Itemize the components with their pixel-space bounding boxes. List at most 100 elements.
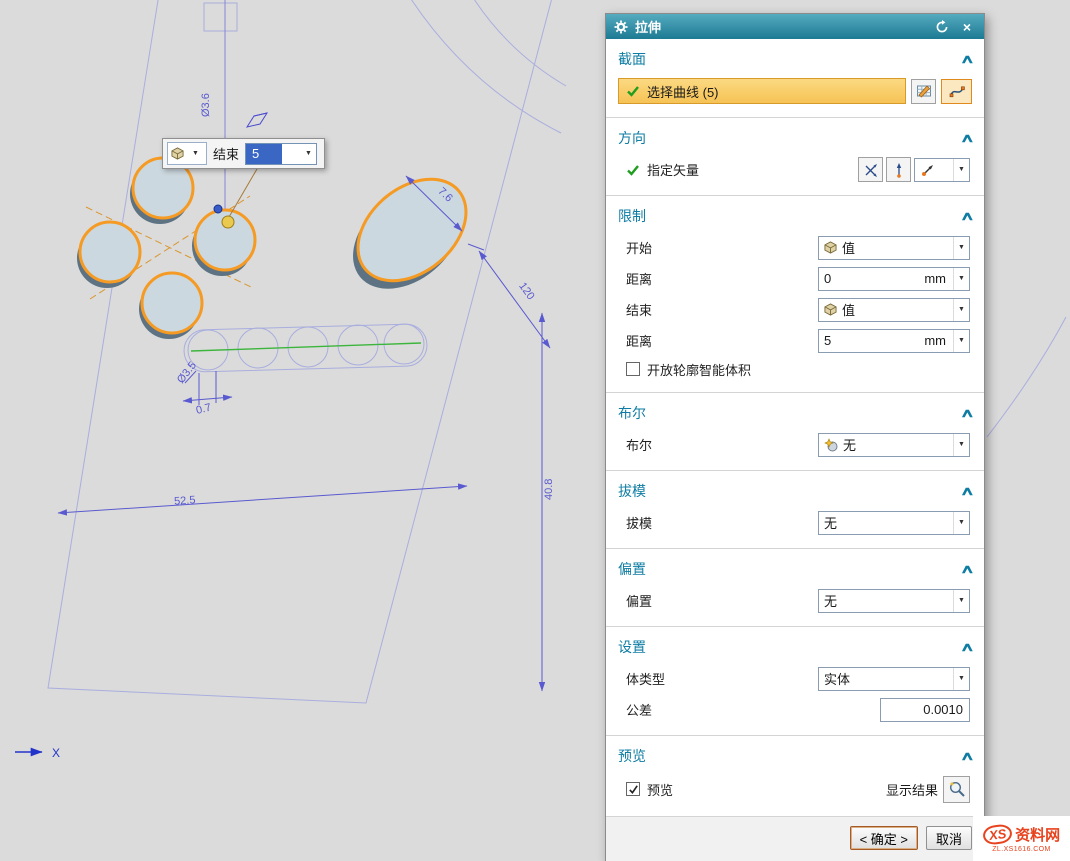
nx-application-window: Ø3.6 7.6 120 52.5 40.8 0.7 Ø3.5 X ▼ 结束 5… [0, 0, 1070, 861]
watermark-logo: XS [982, 823, 1014, 846]
cube-icon [824, 241, 837, 254]
collapse-chevron-icon[interactable]: ∧ [960, 52, 975, 66]
sketch-boundary[interactable] [48, 0, 566, 703]
section-header[interactable]: 截面 ∧ [606, 41, 984, 75]
dim-diameter-top[interactable]: Ø3.6 [200, 93, 212, 117]
dropdown-arrow-icon: ▼ [953, 434, 969, 456]
drag-handle-ball[interactable] [222, 216, 234, 228]
slot-profile[interactable] [183, 324, 427, 373]
dim-height-40-8[interactable]: 40.8 [543, 479, 555, 500]
distance-value-input[interactable]: 5 ▼ [245, 143, 317, 165]
group-preview: 预览 ∧ 预览 显示结果 [606, 736, 984, 817]
collapse-chevron-icon[interactable]: ∧ [960, 209, 975, 223]
tolerance-input[interactable]: 0.0010 [880, 698, 970, 722]
dropdown-arrow-icon: ▼ [953, 237, 969, 259]
group-settings: 设置 ∧ 体类型 实体 ▼ 公差 0.0010 [606, 627, 984, 736]
offset-header[interactable]: 偏置 ∧ [606, 551, 984, 585]
dropdown-arrow-icon: ▼ [953, 512, 969, 534]
extrude-preview-cylinders[interactable] [77, 158, 486, 339]
handle-leader [229, 169, 257, 217]
origin-point-handle[interactable] [214, 205, 222, 213]
sketch-section-button[interactable] [911, 79, 936, 104]
boolean-header[interactable]: 布尔 ∧ [606, 395, 984, 429]
curve-rule-button[interactable] [941, 79, 972, 104]
dropdown-arrow-icon: ▼ [953, 299, 969, 321]
watermark-site: ZL.XS1616.COM [992, 846, 1051, 853]
show-result-label: 显示结果 [886, 780, 938, 799]
start-type-dropdown[interactable]: 值 ▼ [818, 236, 970, 260]
selected-circle-2 [80, 222, 140, 282]
show-result-button[interactable] [943, 776, 970, 803]
ok-button[interactable]: < 确定 > [850, 826, 918, 850]
dim-slot-diameter[interactable]: Ø3.5 [175, 360, 199, 386]
body-type-label: 体类型 [626, 669, 818, 688]
dropdown-arrow-icon: ▼ [953, 268, 969, 290]
offset-label: 偏置 [626, 591, 818, 610]
magnifier-icon [948, 780, 966, 798]
reset-icon [935, 20, 949, 34]
collapse-chevron-icon[interactable]: ∧ [960, 131, 975, 145]
start-distance-input[interactable]: 0 mm ▼ [818, 267, 970, 291]
dim-length-120[interactable]: 120 [516, 280, 536, 302]
limit-type-dropdown[interactable]: ▼ [167, 142, 207, 165]
vector-type-dropdown[interactable]: ▼ [914, 158, 970, 182]
sketch-line-green[interactable] [191, 343, 421, 351]
dim-slot-gap[interactable]: 0.7 [195, 402, 213, 417]
axis-x: X [15, 746, 60, 760]
preview-label: 预览 [647, 780, 886, 799]
end-type-dropdown[interactable]: 值 ▼ [818, 298, 970, 322]
dialog-titlebar[interactable]: 拉伸 × [606, 14, 984, 39]
vector-constructor-button[interactable] [858, 157, 883, 182]
unit-label: mm [924, 271, 946, 286]
collapse-chevron-icon[interactable]: ∧ [960, 406, 975, 420]
draft-dropdown[interactable]: 无 ▼ [818, 511, 970, 535]
check-icon [626, 84, 640, 98]
settings-header[interactable]: 设置 ∧ [606, 629, 984, 663]
group-limits: 限制 ∧ 开始 值 ▼ 距离 0 mm ▼ [606, 196, 984, 393]
collapse-chevron-icon[interactable]: ∧ [960, 484, 975, 498]
offset-dropdown[interactable]: 无 ▼ [818, 589, 970, 613]
end-distance-input[interactable]: 5 mm ▼ [818, 329, 970, 353]
boolean-none-icon [824, 438, 838, 452]
point-constructor-button[interactable] [886, 157, 911, 182]
body-type-dropdown[interactable]: 实体 ▼ [818, 667, 970, 691]
gear-icon [614, 20, 628, 34]
dropdown-arrow-icon: ▼ [953, 159, 969, 181]
collapse-chevron-icon[interactable]: ∧ [960, 640, 975, 654]
dropdown-arrow-icon: ▼ [953, 330, 969, 352]
specify-vector-label: 指定矢量 [647, 160, 858, 179]
watermark-name: 资料网 [1015, 824, 1060, 845]
dropdown-arrow-icon: ▼ [953, 668, 969, 690]
cube-icon [171, 147, 184, 160]
dialog-title: 拉伸 [635, 17, 926, 36]
preview-header[interactable]: 预览 ∧ [606, 738, 984, 772]
cancel-button[interactable]: 取消 [926, 826, 972, 850]
dim-width-52-5[interactable]: 52.5 [174, 494, 196, 507]
direction-header[interactable]: 方向 ∧ [606, 120, 984, 154]
boolean-label: 布尔 [626, 435, 818, 454]
limits-header[interactable]: 限制 ∧ [606, 198, 984, 232]
distance-value-selected: 5 [246, 144, 282, 164]
end-label: 结束 [626, 300, 818, 319]
vector-arrow-icon [920, 162, 936, 178]
unit-label: mm [924, 333, 946, 348]
select-curve-field[interactable]: 选择曲线 (5) [618, 78, 906, 104]
extrude-dialog: 拉伸 × 截面 ∧ 选择曲线 (5) [605, 13, 985, 861]
dropdown-arrow-icon[interactable]: ▼ [301, 150, 316, 157]
collapse-chevron-icon[interactable]: ∧ [960, 749, 975, 763]
sketch-arc-right[interactable] [987, 317, 1066, 437]
axis-x-label: X [52, 746, 60, 760]
preview-checkbox[interactable] [626, 782, 640, 796]
start-distance-label: 距离 [626, 269, 818, 288]
dynamic-input-toolbar: ▼ 结束 5 ▼ [162, 138, 325, 169]
tolerance-label: 公差 [626, 700, 880, 719]
draft-header[interactable]: 拔模 ∧ [606, 473, 984, 507]
open-profile-checkbox[interactable] [626, 362, 640, 376]
close-button[interactable]: × [958, 18, 976, 36]
reset-button[interactable] [933, 18, 951, 36]
check-icon [626, 163, 640, 177]
point-arrow-icon [891, 162, 907, 178]
group-section: 截面 ∧ 选择曲线 (5) [606, 39, 984, 118]
boolean-dropdown[interactable]: 无 ▼ [818, 433, 970, 457]
collapse-chevron-icon[interactable]: ∧ [960, 562, 975, 576]
